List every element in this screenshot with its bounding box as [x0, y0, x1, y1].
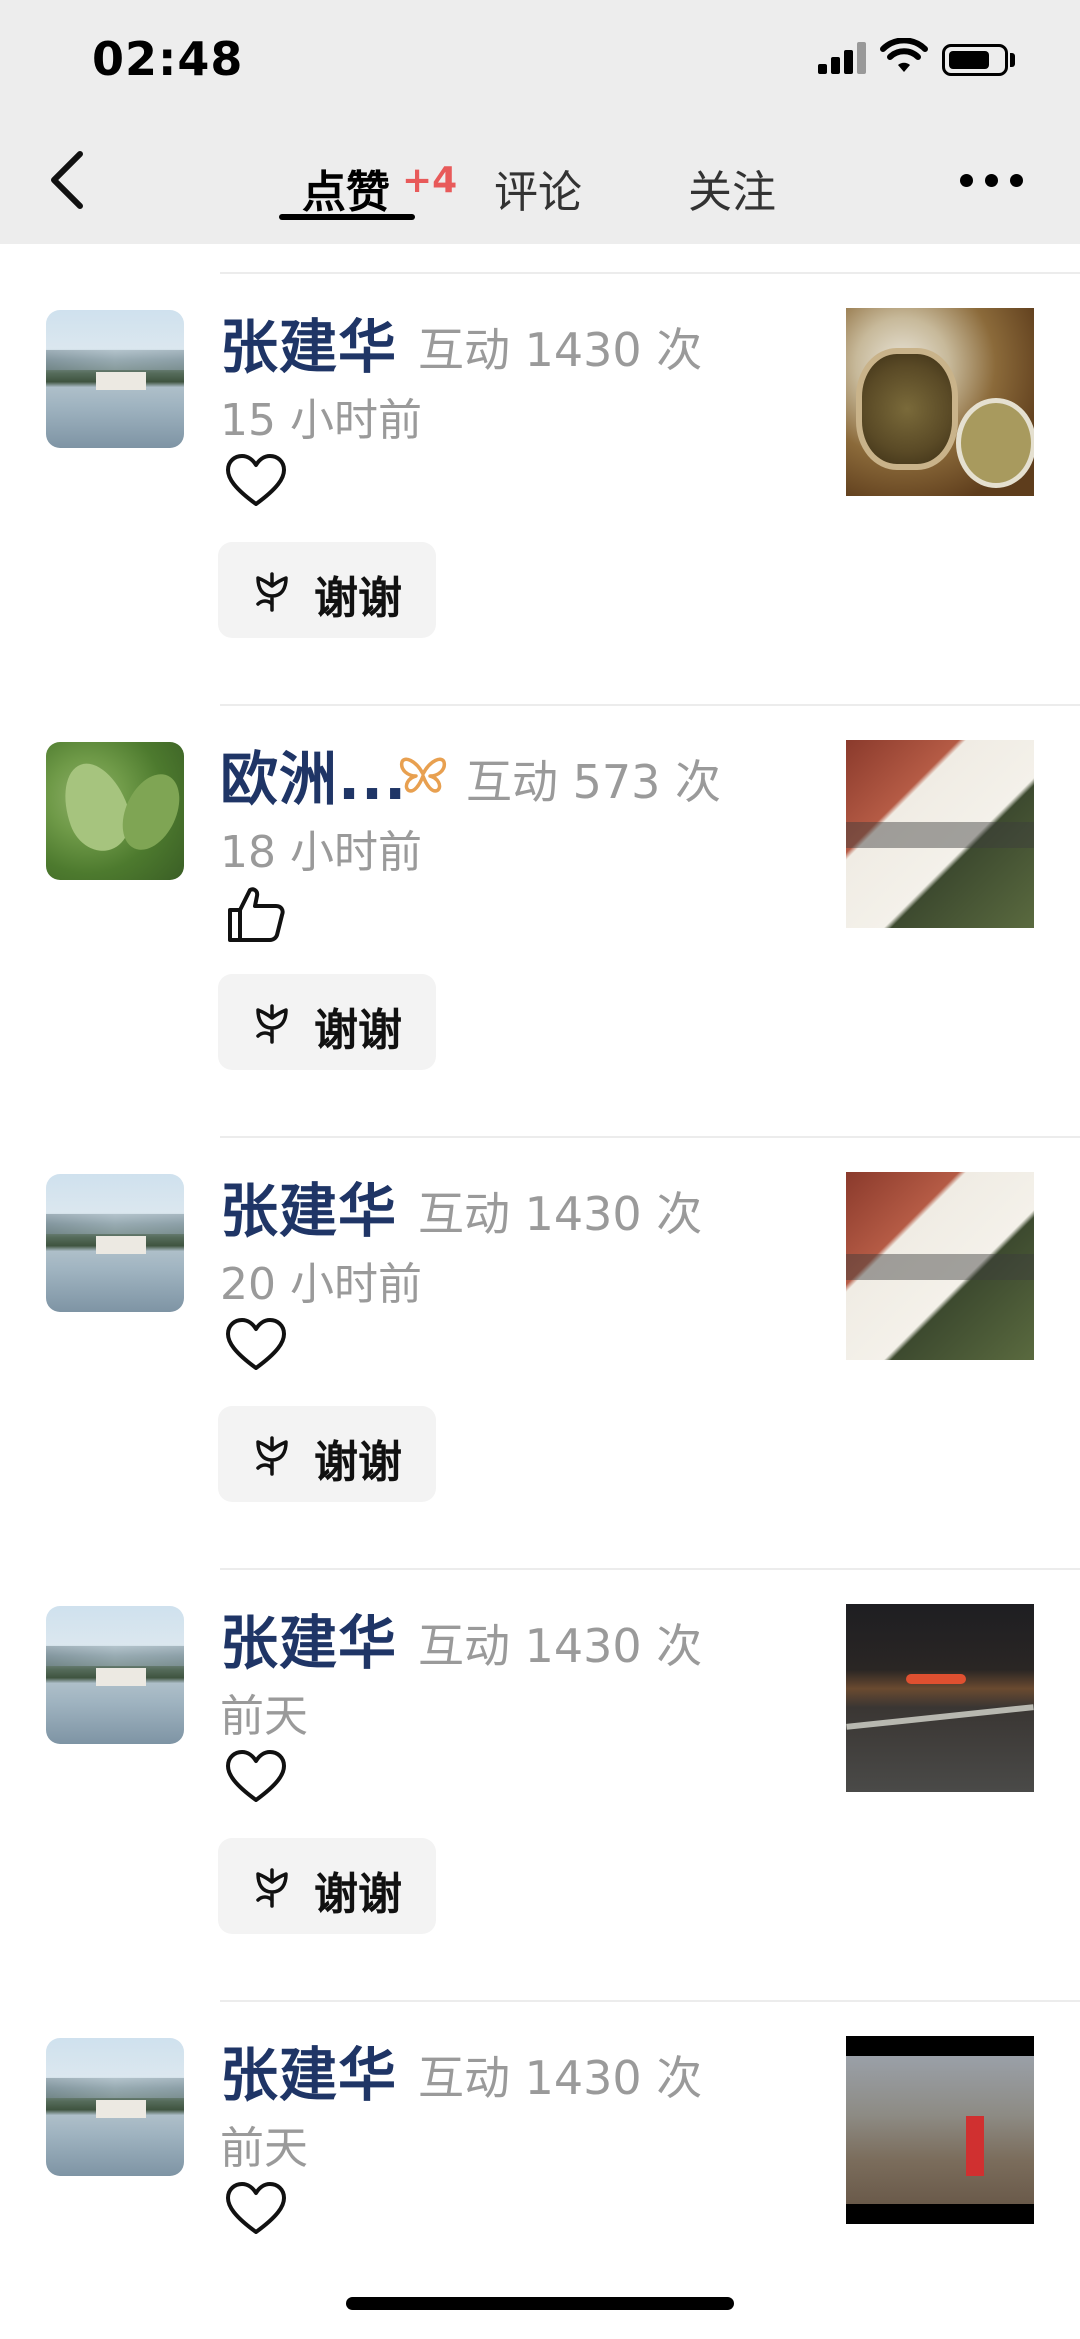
- cellular-signal-icon: [818, 42, 866, 74]
- like-item[interactable]: 张建华 互动 1430 次 20 小时前 谢谢: [0, 1138, 1080, 1570]
- timestamp: 前天: [220, 2123, 308, 2174]
- wifi-icon: [880, 38, 928, 72]
- interaction-count: 互动 573 次: [466, 755, 722, 809]
- timestamp: 20 小时前: [220, 1259, 422, 1310]
- like-item[interactable]: 张建华 互动 1430 次 前天 谢谢: [0, 1570, 1080, 2002]
- thanks-label: 谢谢: [314, 1869, 402, 1920]
- user-name[interactable]: 欧洲...: [220, 732, 407, 816]
- status-time: 02:48: [92, 32, 244, 86]
- timestamp: 前天: [220, 1691, 308, 1742]
- thanks-button[interactable]: 谢谢: [218, 1838, 436, 1934]
- user-name[interactable]: 张建华: [220, 2028, 397, 2112]
- like-item[interactable]: 张建华 互动 1430 次 15 小时前 谢谢: [0, 274, 1080, 706]
- top-bar: 02:48 点赞 +4 评论 关注: [0, 0, 1080, 244]
- user-name[interactable]: 张建华: [220, 1164, 397, 1248]
- heart-icon: [226, 1318, 286, 1370]
- avatar[interactable]: [46, 1174, 184, 1312]
- tab-likes-badge: +4: [402, 160, 458, 201]
- avatar[interactable]: [46, 310, 184, 448]
- avatar[interactable]: [46, 1606, 184, 1744]
- interaction-count: 互动 1430 次: [418, 2051, 703, 2105]
- thanks-button[interactable]: 谢谢: [218, 542, 436, 638]
- thanks-label: 谢谢: [314, 1005, 402, 1056]
- thanks-button[interactable]: 谢谢: [218, 974, 436, 1070]
- battery-icon: [942, 44, 1008, 76]
- post-thumbnail[interactable]: [846, 1604, 1034, 1792]
- avatar[interactable]: [46, 742, 184, 880]
- butterfly-icon: [399, 757, 447, 793]
- avatar[interactable]: [46, 2038, 184, 2176]
- like-item[interactable]: 欧洲... 互动 573 次 18 小时前 谢谢: [0, 706, 1080, 1138]
- flower-icon: [256, 1868, 288, 1908]
- like-item[interactable]: 张建华 互动 1430 次 前天: [0, 2002, 1080, 2339]
- home-indicator[interactable]: [346, 2297, 734, 2310]
- heart-icon: [226, 454, 286, 506]
- back-chevron-icon[interactable]: [40, 140, 100, 220]
- active-tab-underline: [279, 214, 415, 220]
- more-options-icon[interactable]: [960, 168, 1024, 192]
- post-thumbnail[interactable]: [846, 740, 1034, 928]
- post-thumbnail[interactable]: [846, 1172, 1034, 1360]
- thanks-label: 谢谢: [314, 1437, 402, 1488]
- user-name[interactable]: 张建华: [220, 1596, 397, 1680]
- battery-cap: [1010, 53, 1015, 67]
- flower-icon: [256, 572, 288, 612]
- tab-likes[interactable]: 点赞: [302, 156, 390, 220]
- thumbs-up-icon: [228, 887, 285, 942]
- tab-comments[interactable]: 评论: [494, 156, 582, 220]
- post-thumbnail[interactable]: [846, 2036, 1034, 2224]
- heart-icon: [226, 1750, 286, 1802]
- interaction-count: 互动 1430 次: [418, 323, 703, 377]
- thanks-button[interactable]: 谢谢: [218, 1406, 436, 1502]
- interaction-count: 互动 1430 次: [418, 1187, 703, 1241]
- post-thumbnail[interactable]: [846, 308, 1034, 496]
- tab-follow[interactable]: 关注: [688, 156, 776, 220]
- flower-icon: [256, 1004, 288, 1044]
- timestamp: 15 小时前: [220, 395, 422, 446]
- timestamp: 18 小时前: [220, 827, 422, 878]
- user-name[interactable]: 张建华: [220, 300, 397, 384]
- interaction-count: 互动 1430 次: [418, 1619, 703, 1673]
- flower-icon: [256, 1436, 288, 1476]
- thanks-label: 谢谢: [314, 573, 402, 624]
- heart-icon: [226, 2182, 286, 2234]
